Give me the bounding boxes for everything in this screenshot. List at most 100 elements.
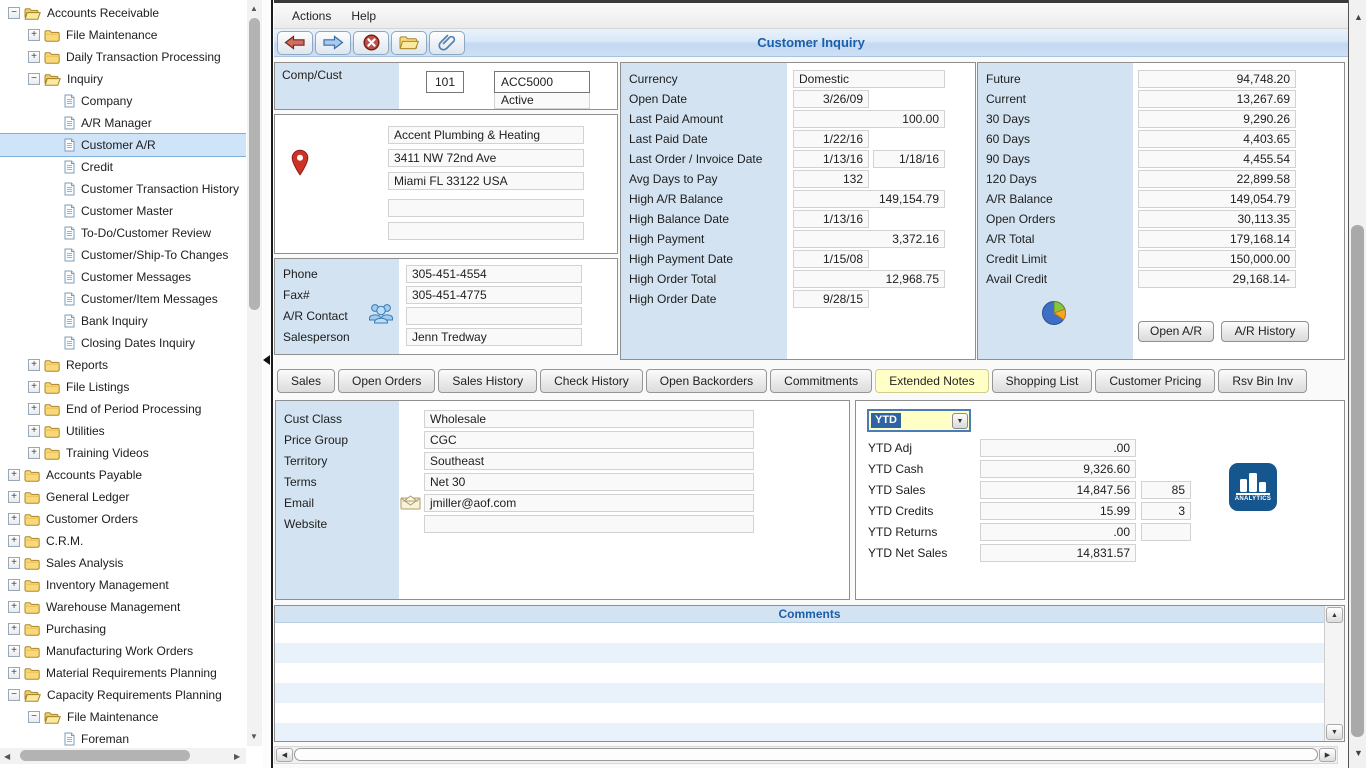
tree-item-customer-messages[interactable]: Customer Messages: [0, 266, 246, 288]
a-r-contact-field[interactable]: [406, 307, 582, 325]
comments-vertical-scrollbar[interactable]: ▲ ▼: [1324, 606, 1344, 741]
ytd-sales-count-field[interactable]: 85: [1141, 481, 1191, 499]
company-number-field[interactable]: 101: [426, 71, 464, 93]
collapse-icon[interactable]: −: [28, 711, 40, 723]
period-selector-dropdown[interactable]: YTD ▼: [867, 409, 971, 432]
customer-number-field[interactable]: ACC5000: [494, 71, 590, 93]
high-order-date-field[interactable]: 9/28/15: [793, 290, 869, 308]
expand-icon[interactable]: +: [8, 667, 20, 679]
tab-open-backorders[interactable]: Open Backorders: [646, 369, 767, 393]
comments-list[interactable]: [275, 623, 1324, 741]
tree-item-purchasing[interactable]: +Purchasing: [0, 618, 246, 640]
comments-row[interactable]: [275, 643, 1324, 663]
expand-icon[interactable]: +: [28, 447, 40, 459]
scroll-down-icon[interactable]: ▼: [1354, 748, 1363, 758]
tree-item-file-maintenance[interactable]: +File Maintenance: [0, 24, 246, 46]
tree-item-customer-transaction-history[interactable]: Customer Transaction History: [0, 178, 246, 200]
expand-icon[interactable]: +: [8, 535, 20, 547]
tree-item-general-ledger[interactable]: +General Ledger: [0, 486, 246, 508]
tree-item-customer-orders[interactable]: +Customer Orders: [0, 508, 246, 530]
tab-shopping-list[interactable]: Shopping List: [992, 369, 1093, 393]
tree-item-warehouse-management[interactable]: +Warehouse Management: [0, 596, 246, 618]
scroll-up-icon[interactable]: ▲: [1354, 12, 1363, 22]
tree-item-to-do-customer-review[interactable]: To-Do/Customer Review: [0, 222, 246, 244]
scroll-up-icon[interactable]: ▲: [1326, 607, 1343, 623]
high-payment-date-field[interactable]: 1/15/08: [793, 250, 869, 268]
tree-item-end-of-period-processing[interactable]: +End of Period Processing: [0, 398, 246, 420]
comments-row[interactable]: [275, 623, 1324, 643]
tree-item-a-r-manager[interactable]: A/R Manager: [0, 112, 246, 134]
scroll-right-icon[interactable]: ▶: [234, 752, 240, 762]
address-line-field[interactable]: Miami FL 33122 USA: [388, 172, 584, 190]
pie-chart-icon[interactable]: [1040, 299, 1070, 327]
address-line-field[interactable]: 3411 NW 72nd Ave: [388, 149, 584, 167]
last-order-invoice-date-field-2[interactable]: 1/18/16: [873, 150, 945, 168]
tree-item-credit[interactable]: Credit: [0, 156, 246, 178]
tree-hscrollbar-thumb[interactable]: [20, 750, 190, 761]
address-line-field[interactable]: [388, 222, 584, 240]
open-orders-field[interactable]: 30,113.35: [1138, 210, 1296, 228]
tree-item-customer-item-messages[interactable]: Customer/Item Messages: [0, 288, 246, 310]
tree-item-foreman[interactable]: Foreman: [0, 728, 246, 746]
scroll-down-icon[interactable]: ▼: [1326, 724, 1343, 740]
ytd-credits-count-field[interactable]: 3: [1141, 502, 1191, 520]
tree-item-material-requirements-planning[interactable]: +Material Requirements Planning: [0, 662, 246, 684]
tree-item-capacity-requirements-planning[interactable]: −Capacity Requirements Planning: [0, 684, 246, 706]
cancel-button[interactable]: [353, 31, 389, 55]
tree-item-file-maintenance[interactable]: −File Maintenance: [0, 706, 246, 728]
tree-item-daily-transaction-processing[interactable]: +Daily Transaction Processing: [0, 46, 246, 68]
tab-sales-history[interactable]: Sales History: [438, 369, 537, 393]
30-days-field[interactable]: 9,290.26: [1138, 110, 1296, 128]
address-line-field[interactable]: [388, 199, 584, 217]
tab-customer-pricing[interactable]: Customer Pricing: [1095, 369, 1215, 393]
avg-days-to-pay-field[interactable]: 132: [793, 170, 869, 188]
window-vertical-scrollbar[interactable]: ▲ ▼: [1348, 0, 1366, 768]
ytd-sales-field[interactable]: 14,847.56: [980, 481, 1136, 499]
credit-limit-field[interactable]: 150,000.00: [1138, 250, 1296, 268]
a-r-total-field[interactable]: 179,168.14: [1138, 230, 1296, 248]
tree-item-customer-master[interactable]: Customer Master: [0, 200, 246, 222]
address-line-field[interactable]: Accent Plumbing & Heating: [388, 126, 584, 144]
tab-check-history[interactable]: Check History: [540, 369, 643, 393]
comments-row[interactable]: [275, 663, 1324, 683]
scroll-up-icon[interactable]: ▲: [250, 4, 258, 14]
salesperson-field[interactable]: Jenn Tredway: [406, 328, 582, 346]
fax-field[interactable]: 305-451-4775: [406, 286, 582, 304]
expand-icon[interactable]: +: [28, 29, 40, 41]
scroll-right-icon[interactable]: ▶: [1319, 748, 1336, 762]
scroll-left-icon[interactable]: ◀: [276, 748, 293, 762]
open-date-field[interactable]: 3/26/09: [793, 90, 869, 108]
expand-icon[interactable]: +: [8, 491, 20, 503]
price-group-field[interactable]: CGC: [424, 431, 754, 449]
collapse-icon[interactable]: −: [28, 73, 40, 85]
tree-item-inquiry[interactable]: −Inquiry: [0, 68, 246, 90]
tree-item-customer-a-r[interactable]: Customer A/R: [0, 134, 246, 156]
menu-help[interactable]: Help: [341, 6, 386, 26]
menu-actions[interactable]: Actions: [282, 6, 341, 26]
future-field[interactable]: 94,748.20: [1138, 70, 1296, 88]
tab-commitments[interactable]: Commitments: [770, 369, 872, 393]
email-field[interactable]: jmiller@aof.com: [424, 494, 754, 512]
tree-item-utilities[interactable]: +Utilities: [0, 420, 246, 442]
tree-item-accounts-payable[interactable]: +Accounts Payable: [0, 464, 246, 486]
currency-field[interactable]: Domestic: [793, 70, 945, 88]
high-payment-field[interactable]: 3,372.16: [793, 230, 945, 248]
tree-item-c-r-m[interactable]: +C.R.M.: [0, 530, 246, 552]
attachment-button[interactable]: [429, 31, 465, 55]
tab-sales[interactable]: Sales: [277, 369, 335, 393]
expand-icon[interactable]: +: [8, 557, 20, 569]
tab-rsv-bin-inv[interactable]: Rsv Bin Inv: [1218, 369, 1307, 393]
ytd-returns-field[interactable]: .00: [980, 523, 1136, 541]
analytics-icon[interactable]: ANALYTICS: [1229, 463, 1277, 511]
collapse-icon[interactable]: −: [8, 689, 20, 701]
tree-item-customer-ship-to-changes[interactable]: Customer/Ship-To Changes: [0, 244, 246, 266]
phone-field[interactable]: 305-451-4554: [406, 265, 582, 283]
high-order-total-field[interactable]: 12,968.75: [793, 270, 945, 288]
open-ar-button[interactable]: Open A/R: [1138, 321, 1214, 342]
60-days-field[interactable]: 4,403.65: [1138, 130, 1296, 148]
tab-open-orders[interactable]: Open Orders: [338, 369, 435, 393]
tree-item-sales-analysis[interactable]: +Sales Analysis: [0, 552, 246, 574]
tree-scrollbar-thumb[interactable]: [249, 18, 260, 310]
expand-icon[interactable]: +: [8, 645, 20, 657]
window-scrollbar-thumb[interactable]: [1351, 225, 1364, 737]
